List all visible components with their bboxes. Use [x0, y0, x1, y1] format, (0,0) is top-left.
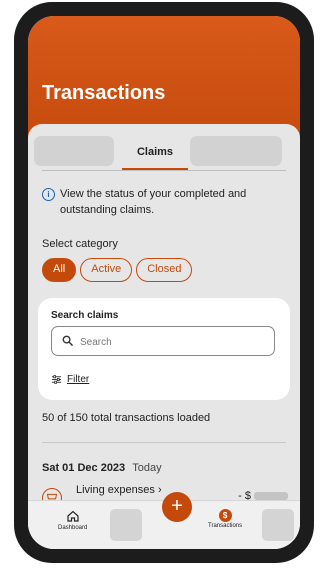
filter-sliders-icon	[51, 375, 62, 384]
dollar-circle-icon: $	[218, 509, 232, 522]
search-card: Search claims Search Filter	[38, 298, 290, 400]
search-input[interactable]	[78, 332, 272, 352]
info-icon: i	[42, 188, 55, 201]
info-message: i View the status of your completed and …	[42, 186, 274, 218]
chip-active[interactable]: Active	[80, 258, 133, 282]
chip-closed[interactable]: Closed	[136, 258, 193, 282]
info-text: View the status of your completed and ou…	[60, 188, 247, 216]
chevron-right-icon: ›	[157, 484, 162, 496]
group-relative: Today	[132, 462, 162, 474]
tab-claims[interactable]: Claims	[122, 136, 188, 170]
tab-claims-label: Claims	[136, 146, 174, 158]
filter-control[interactable]: Filter	[51, 374, 89, 385]
page-title: Transactions	[42, 82, 166, 104]
amount-redacted	[254, 492, 288, 500]
search-box[interactable]	[51, 326, 275, 356]
nav-transactions[interactable]: $ Transactions	[208, 509, 242, 529]
nav-placeholder-1[interactable]	[110, 509, 142, 541]
tab-placeholder-right[interactable]	[190, 136, 282, 166]
group-date: Sat 01 Dec 2023	[42, 462, 126, 474]
search-icon	[62, 335, 73, 346]
date-group-header: Sat 01 Dec 2023 Today	[42, 462, 162, 474]
add-button[interactable]: +	[162, 492, 192, 522]
category-label: Select category	[42, 238, 118, 250]
category-chips: All Active Closed	[42, 258, 193, 282]
app-screen: Transactions Claims i View the status of…	[28, 16, 300, 549]
transaction-title: Living expenses ›	[76, 484, 162, 496]
nav-dashboard[interactable]: Dashboard	[58, 509, 87, 531]
nav-placeholder-2[interactable]	[262, 509, 294, 541]
nav-transactions-label: Transactions	[208, 523, 243, 529]
phone-frame: Transactions Claims i View the status of…	[14, 2, 314, 563]
loaded-count: 50 of 150 total transactions loaded	[42, 412, 211, 424]
transaction-title-text: Living expenses	[76, 484, 155, 496]
home-icon	[67, 510, 79, 522]
content-sheet: Claims i View the status of your complet…	[28, 124, 300, 549]
nav-dashboard-label: Dashboard	[58, 525, 88, 531]
tab-divider	[42, 170, 286, 171]
list-divider	[42, 442, 286, 443]
chip-all[interactable]: All	[42, 258, 77, 282]
filter-link[interactable]: Filter	[67, 374, 89, 385]
tab-placeholder-left[interactable]	[34, 136, 114, 166]
search-label: Search claims	[51, 310, 119, 321]
